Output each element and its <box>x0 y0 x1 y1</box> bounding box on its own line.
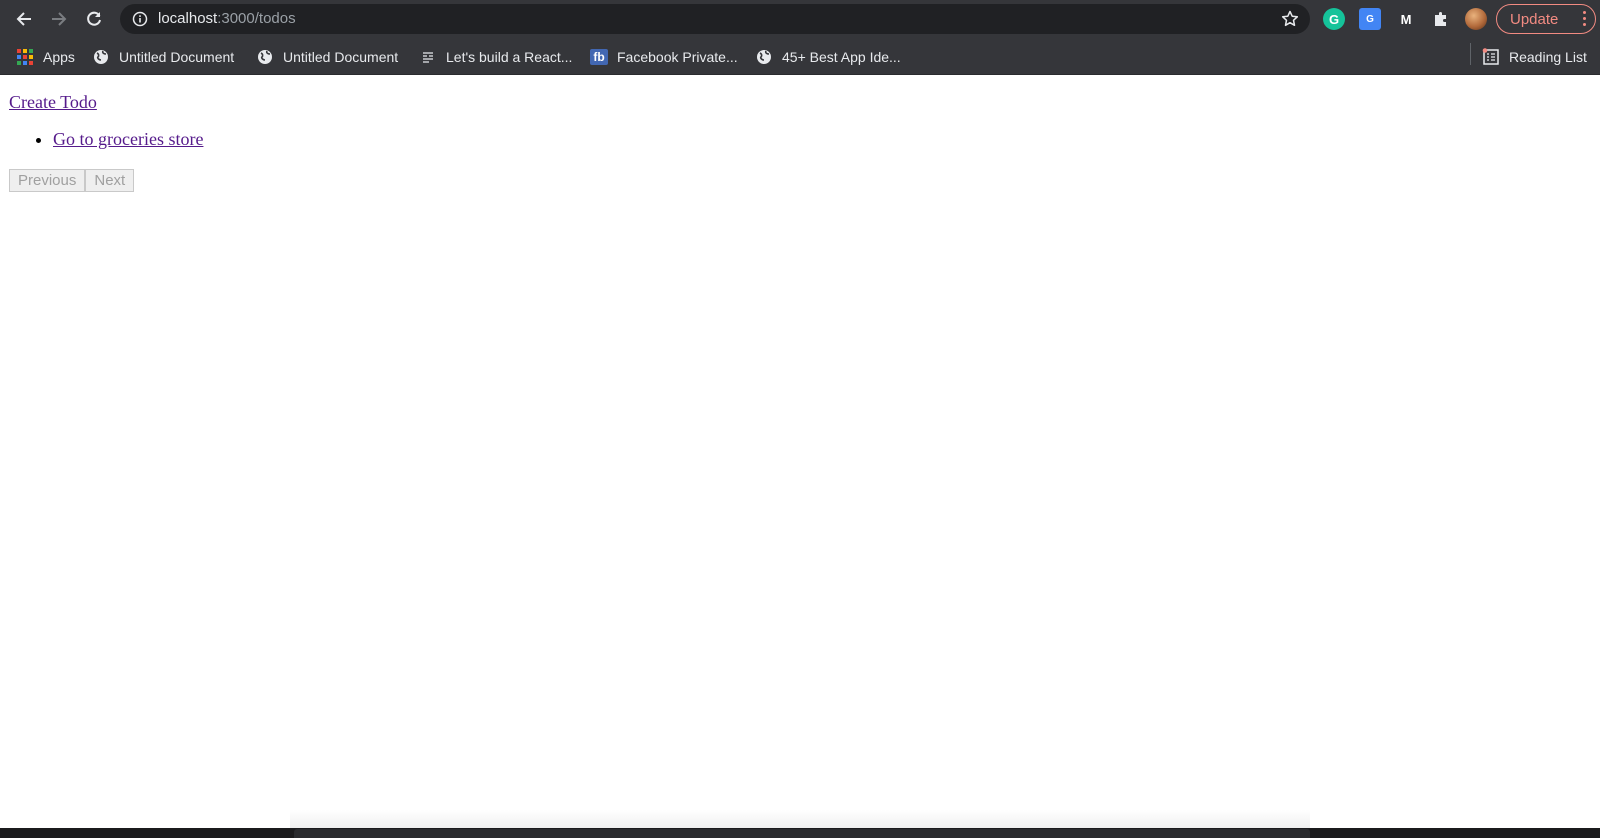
todo-link[interactable]: Go to groceries store <box>53 129 203 149</box>
bookmark-star-icon[interactable] <box>1280 9 1300 29</box>
bookmark-app-ideas[interactable]: 45+ Best App Ide... <box>755 47 901 67</box>
bookmark-apps[interactable]: Apps <box>16 47 75 67</box>
browser-toolbar: localhost:3000/todos G G M Update <box>0 0 1600 38</box>
arrow-right-icon <box>52 12 67 26</box>
url-host: localhost <box>158 10 218 27</box>
reading-list-icon <box>1482 48 1500 66</box>
reading-list-button[interactable]: Reading List <box>1482 47 1587 67</box>
bookmark-label: Let's build a React... <box>446 49 573 65</box>
facebook-icon: fb <box>590 48 608 66</box>
page-content: Create Todo Go to groceries store Previo… <box>0 75 1600 838</box>
reload-button[interactable] <box>81 6 107 32</box>
bookmark-untitled-1[interactable]: Untitled Document <box>92 47 234 67</box>
create-todo-link[interactable]: Create Todo <box>9 92 97 113</box>
update-button[interactable]: Update <box>1496 4 1596 34</box>
todo-list: Go to groceries store <box>9 129 203 150</box>
bookmark-untitled-2[interactable]: Untitled Document <box>256 47 398 67</box>
bookmark-label: Apps <box>43 49 75 65</box>
list-icon <box>419 48 437 66</box>
update-label: Update <box>1510 10 1559 28</box>
bottom-shadow <box>290 810 1310 828</box>
globe-icon <box>92 48 110 66</box>
previous-button[interactable]: Previous <box>9 169 86 192</box>
globe-icon <box>256 48 274 66</box>
menu-dots-icon <box>1583 11 1587 29</box>
bookmark-label: Untitled Document <box>119 49 235 65</box>
pagination: Previous Next <box>9 169 135 192</box>
arrow-left-icon <box>16 12 31 26</box>
back-button[interactable] <box>11 6 37 32</box>
bookmark-facebook[interactable]: fb Facebook Private... <box>590 47 738 67</box>
url-path: :3000/todos <box>217 10 296 27</box>
forward-button[interactable] <box>46 6 72 32</box>
apps-grid-icon <box>16 48 34 66</box>
extensions-puzzle-icon[interactable] <box>1430 8 1452 30</box>
address-bar[interactable]: localhost:3000/todos <box>120 4 1310 34</box>
reload-icon <box>87 11 101 26</box>
bookmark-react[interactable]: Let's build a React... <box>419 47 572 67</box>
bookmark-label: Untitled Document <box>283 49 399 65</box>
todo-item: Go to groceries store <box>53 129 203 150</box>
url-text: localhost:3000/todos <box>158 10 296 27</box>
bookmark-label: Facebook Private... <box>617 49 738 65</box>
grammarly-icon[interactable]: G <box>1323 8 1345 30</box>
globe-icon <box>755 48 773 66</box>
medium-icon[interactable]: M <box>1395 8 1417 30</box>
bookmarks-bar: Apps Untitled Document Untitled Document… <box>0 38 1600 75</box>
puzzle-icon <box>1435 12 1446 26</box>
bookmark-label: 45+ Best App Ide... <box>782 49 901 65</box>
dock-window-edge <box>294 829 1310 838</box>
next-button[interactable]: Next <box>85 169 135 192</box>
google-translate-icon[interactable]: G <box>1359 8 1381 30</box>
info-icon[interactable] <box>132 11 148 27</box>
avatar[interactable] <box>1465 8 1487 30</box>
reading-list-label: Reading List <box>1509 49 1587 65</box>
bookmarks-separator <box>1470 43 1471 65</box>
